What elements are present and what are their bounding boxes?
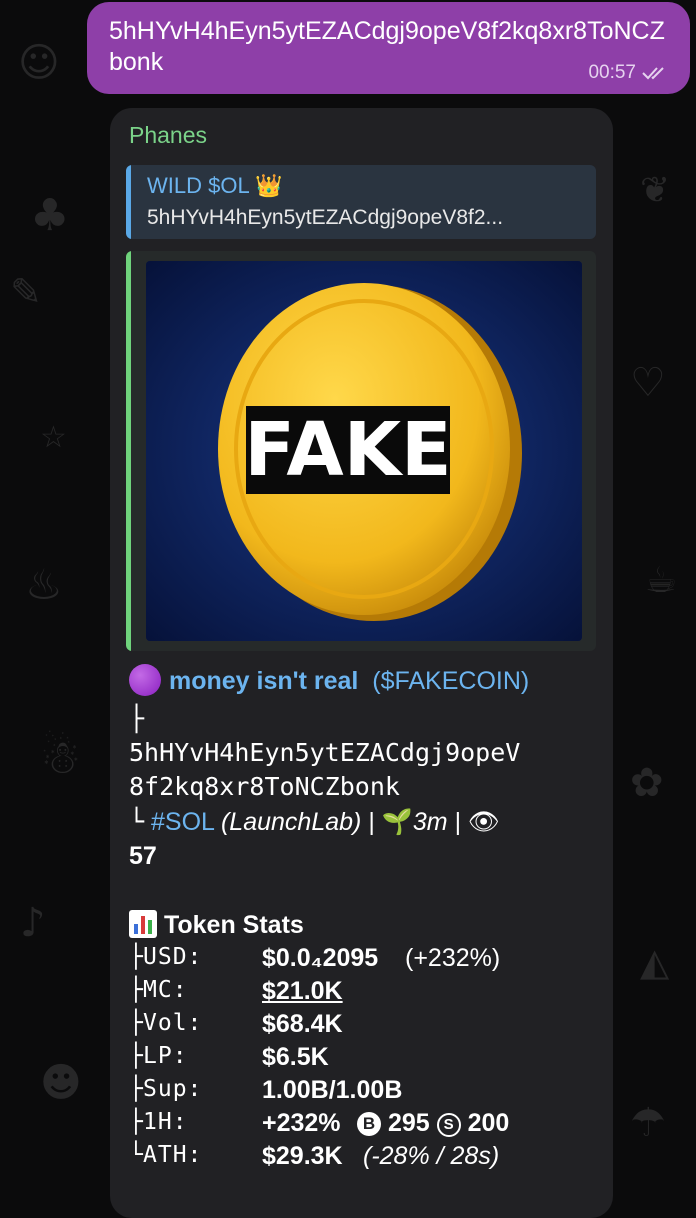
sell-count: 200 <box>467 1109 510 1137</box>
cake-doodle-icon: ♨ <box>25 560 63 609</box>
supply-value: 1.00B/1.00B <box>262 1076 403 1104</box>
platform-name: (LaunchLab) <box>220 808 362 836</box>
token-name-link[interactable]: money isn't real <box>169 667 358 695</box>
balloon-doodle-icon: ☺ <box>18 40 60 86</box>
outgoing-message-text: 5hHYvH4hEyn5ytEZACdgj9opeV8f2kq8xr8ToNCZ… <box>109 17 665 76</box>
token-meta-line: └ #SOL (LaunchLab) | 🌱3m | 👁 <box>129 807 500 836</box>
token-age: 3m <box>412 808 448 836</box>
dino-doodle-icon: ☃ <box>40 730 82 784</box>
reply-text: 5hHYvH4hEyn5ytEZACdgj9opeV8f2... <box>147 206 504 229</box>
fake-label: FAKE <box>244 407 451 493</box>
pizza-doodle-icon: ◭ <box>640 940 670 984</box>
purple-circle-icon <box>129 664 161 696</box>
usd-price: $0.0₄2095 <box>262 944 379 972</box>
fake-coin-image[interactable]: FAKE <box>146 261 582 641</box>
pencil-doodle-icon: ✎ <box>10 270 42 314</box>
liquidity-value: $6.5K <box>262 1043 329 1071</box>
message-time: 00:57 <box>588 62 636 83</box>
sender-name[interactable]: Phanes <box>129 122 207 149</box>
hour-change: +232% <box>262 1109 341 1137</box>
heart-doodle-icon: ♡ <box>630 360 666 406</box>
seedling-icon: 🌱 <box>381 808 413 836</box>
double-check-icon <box>642 67 664 80</box>
sell-circle-icon: S <box>436 1113 461 1137</box>
link-preview[interactable]: FAKE <box>126 251 596 651</box>
flower-doodle-icon: ✿ <box>630 760 664 806</box>
token-ticker-link[interactable]: ($FAKECOIN) <box>372 667 529 695</box>
token-name-line: money isn't real ($FAKECOIN) <box>129 664 529 696</box>
usd-change: (+232%) <box>405 944 501 972</box>
smile-doodle-icon: ☻ <box>40 1060 82 1106</box>
tree-end-icon: └ <box>129 807 145 836</box>
leaf-doodle-icon: ❦ <box>640 170 671 211</box>
reply-accent-bar <box>126 165 131 239</box>
star-doodle-icon: ☆ <box>40 420 67 455</box>
buy-count: 295 <box>387 1109 430 1137</box>
fruit-doodle-icon: ♣ <box>30 190 70 241</box>
stats-header: Token Stats <box>129 910 304 940</box>
cup-doodle-icon: ☕ <box>645 560 678 601</box>
stats-table: ├ USD: $0.0₄2095 (+232%) ├ MC: $21.0K ├ Vol… <box>129 944 510 1170</box>
reply-quote[interactable]: WILD $OL 👑 5hHYvH4hEyn5ytEZACdgj9opeV8f2… <box>126 165 596 239</box>
tree-branch-icon: ├ <box>129 704 145 733</box>
preview-accent-bar <box>126 251 131 651</box>
reply-title: WILD $OL 👑 <box>147 173 283 198</box>
outgoing-message-bubble[interactable]: 5hHYvH4hEyn5ytEZACdgj9opeV8f2kq8xr8ToNCZ… <box>87 2 690 94</box>
message-meta: 00:57 <box>588 62 670 84</box>
note-doodle-icon: ♪ <box>20 900 46 946</box>
incoming-message-bubble[interactable]: Phanes WILD $OL 👑 5hHYvH4hEyn5ytEZACdgj9… <box>110 108 613 1218</box>
eye-icon: 👁 <box>468 808 500 836</box>
address-line-2: 8f2kq8xr8ToNCZbonk <box>129 772 400 801</box>
ath-value: $29.3K <box>262 1142 343 1170</box>
view-count: 57 <box>129 842 157 870</box>
ath-change: (-28% / 28s) <box>363 1142 500 1170</box>
token-address[interactable]: 5hHYvH4hEyn5ytEZACdgj9opeV 8f2kq8xr8ToNC… <box>129 736 520 804</box>
market-cap-link: $21.0K <box>262 977 343 1005</box>
volume-value: $68.4K <box>262 1010 343 1038</box>
coin-graphic: FAKE <box>146 261 582 641</box>
umbrella-doodle-icon: ☂ <box>630 1100 666 1146</box>
buy-circle-icon: B <box>357 1112 381 1136</box>
bar-chart-icon <box>129 910 157 938</box>
address-line-1: 5hHYvH4hEyn5ytEZACdgj9opeV <box>129 738 521 767</box>
chain-hashtag-link[interactable]: #SOL <box>151 808 214 836</box>
stats-title: Token Stats <box>163 911 304 939</box>
